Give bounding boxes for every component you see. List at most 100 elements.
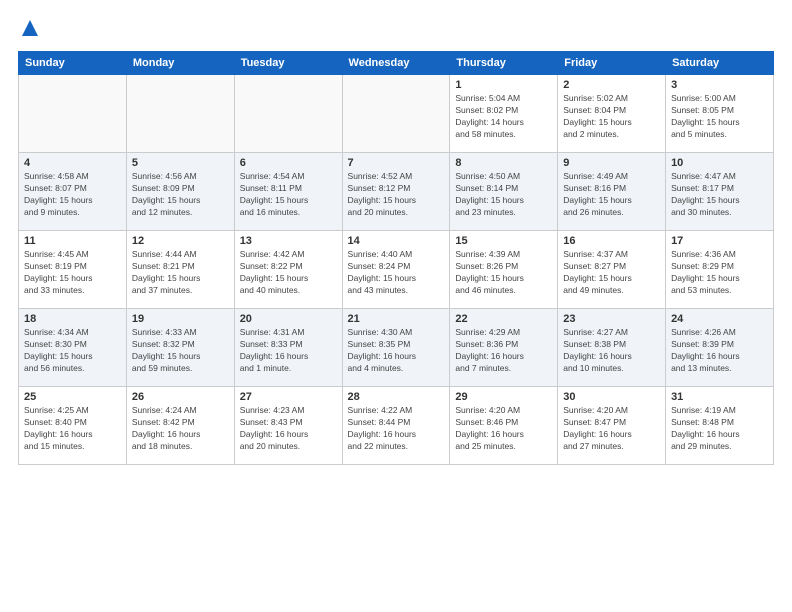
calendar-cell — [234, 75, 342, 153]
day-number: 20 — [240, 313, 337, 325]
calendar-cell: 20 Sunrise: 4:31 AM Sunset: 8:33 PM Dayli… — [234, 309, 342, 387]
day-number: 16 — [563, 235, 660, 247]
calendar-cell: 9Sunrise: 4:49 AM Sunset: 8:16 PM Daylig… — [558, 153, 666, 231]
day-info: Sunrise: 4:33 AM Sunset: 8:32 PM Dayligh… — [132, 327, 229, 375]
day-number: 14 — [348, 235, 445, 247]
day-number: 3 — [671, 79, 768, 91]
calendar-cell: 19 Sunrise: 4:33 AM Sunset: 8:32 PM Dayli… — [126, 309, 234, 387]
day-number: 31 — [671, 391, 768, 403]
calendar-cell: 17 Sunrise: 4:36 AM Sunset: 8:29 PM Dayli… — [666, 231, 774, 309]
day-info: Sunrise: 4:30 AM Sunset: 8:35 PM Dayligh… — [348, 327, 445, 375]
day-of-week-friday: Friday — [558, 52, 666, 75]
calendar-cell: 22 Sunrise: 4:29 AM Sunset: 8:36 PM Dayli… — [450, 309, 558, 387]
day-info: Sunrise: 4:42 AM Sunset: 8:22 PM Dayligh… — [240, 249, 337, 297]
calendar-cell: 6 Sunrise: 4:54 AM Sunset: 8:11 PM Daylig… — [234, 153, 342, 231]
day-of-week-tuesday: Tuesday — [234, 52, 342, 75]
logo — [18, 18, 40, 43]
day-of-week-sunday: Sunday — [19, 52, 127, 75]
day-number: 8 — [455, 157, 552, 169]
day-info: Sunrise: 4:40 AM Sunset: 8:24 PM Dayligh… — [348, 249, 445, 297]
day-info: Sunrise: 4:23 AM Sunset: 8:43 PM Dayligh… — [240, 405, 337, 453]
calendar-cell: 18 Sunrise: 4:34 AM Sunset: 8:30 PM Dayli… — [19, 309, 127, 387]
calendar-week-row: 11 Sunrise: 4:45 AM Sunset: 8:19 PM Dayli… — [19, 231, 774, 309]
day-number: 5 — [132, 157, 229, 169]
day-info: Sunrise: 5:02 AM Sunset: 8:04 PM Dayligh… — [563, 93, 660, 141]
calendar-cell: 21Sunrise: 4:30 AM Sunset: 8:35 PM Dayli… — [342, 309, 450, 387]
day-info: Sunrise: 4:27 AM Sunset: 8:38 PM Dayligh… — [563, 327, 660, 375]
calendar-week-row: 25Sunrise: 4:25 AM Sunset: 8:40 PM Dayli… — [19, 387, 774, 465]
calendar-week-row: 18 Sunrise: 4:34 AM Sunset: 8:30 PM Dayli… — [19, 309, 774, 387]
day-number: 1 — [455, 79, 552, 91]
day-info: Sunrise: 5:04 AM Sunset: 8:02 PM Dayligh… — [455, 93, 552, 141]
day-info: Sunrise: 4:44 AM Sunset: 8:21 PM Dayligh… — [132, 249, 229, 297]
day-info: Sunrise: 4:26 AM Sunset: 8:39 PM Dayligh… — [671, 327, 768, 375]
day-info: Sunrise: 4:29 AM Sunset: 8:36 PM Dayligh… — [455, 327, 552, 375]
day-number: 29 — [455, 391, 552, 403]
calendar-cell: 14 Sunrise: 4:40 AM Sunset: 8:24 PM Dayli… — [342, 231, 450, 309]
day-info: Sunrise: 4:56 AM Sunset: 8:09 PM Dayligh… — [132, 171, 229, 219]
calendar-cell: 7 Sunrise: 4:52 AM Sunset: 8:12 PM Daylig… — [342, 153, 450, 231]
day-info: Sunrise: 4:22 AM Sunset: 8:44 PM Dayligh… — [348, 405, 445, 453]
day-number: 6 — [240, 157, 337, 169]
day-of-week-monday: Monday — [126, 52, 234, 75]
day-number: 18 — [24, 313, 121, 325]
calendar-cell: 3 Sunrise: 5:00 AM Sunset: 8:05 PM Daylig… — [666, 75, 774, 153]
calendar-cell — [126, 75, 234, 153]
calendar-week-row: 4Sunrise: 4:58 AM Sunset: 8:07 PM Daylig… — [19, 153, 774, 231]
day-number: 23 — [563, 313, 660, 325]
calendar-cell: 24Sunrise: 4:26 AM Sunset: 8:39 PM Dayli… — [666, 309, 774, 387]
calendar-cell: 2 Sunrise: 5:02 AM Sunset: 8:04 PM Daylig… — [558, 75, 666, 153]
day-number: 10 — [671, 157, 768, 169]
day-info: Sunrise: 4:20 AM Sunset: 8:47 PM Dayligh… — [563, 405, 660, 453]
day-number: 13 — [240, 235, 337, 247]
calendar-cell: 16 Sunrise: 4:37 AM Sunset: 8:27 PM Dayli… — [558, 231, 666, 309]
calendar-cell: 1 Sunrise: 5:04 AM Sunset: 8:02 PM Daylig… — [450, 75, 558, 153]
day-info: Sunrise: 5:00 AM Sunset: 8:05 PM Dayligh… — [671, 93, 768, 141]
day-info: Sunrise: 4:45 AM Sunset: 8:19 PM Dayligh… — [24, 249, 121, 297]
calendar-header-row: SundayMondayTuesdayWednesdayThursdayFrid… — [19, 52, 774, 75]
logo-icon — [20, 18, 40, 38]
day-number: 22 — [455, 313, 552, 325]
calendar-cell: 26Sunrise: 4:24 AM Sunset: 8:42 PM Dayli… — [126, 387, 234, 465]
page: SundayMondayTuesdayWednesdayThursdayFrid… — [0, 0, 792, 612]
calendar-cell: 4Sunrise: 4:58 AM Sunset: 8:07 PM Daylig… — [19, 153, 127, 231]
day-number: 19 — [132, 313, 229, 325]
day-info: Sunrise: 4:36 AM Sunset: 8:29 PM Dayligh… — [671, 249, 768, 297]
day-of-week-saturday: Saturday — [666, 52, 774, 75]
calendar-cell: 11 Sunrise: 4:45 AM Sunset: 8:19 PM Dayli… — [19, 231, 127, 309]
day-number: 2 — [563, 79, 660, 91]
day-number: 12 — [132, 235, 229, 247]
day-number: 17 — [671, 235, 768, 247]
day-info: Sunrise: 4:50 AM Sunset: 8:14 PM Dayligh… — [455, 171, 552, 219]
calendar-cell: 10 Sunrise: 4:47 AM Sunset: 8:17 PM Dayli… — [666, 153, 774, 231]
day-info: Sunrise: 4:20 AM Sunset: 8:46 PM Dayligh… — [455, 405, 552, 453]
day-info: Sunrise: 4:39 AM Sunset: 8:26 PM Dayligh… — [455, 249, 552, 297]
day-number: 27 — [240, 391, 337, 403]
calendar-cell: 27 Sunrise: 4:23 AM Sunset: 8:43 PM Dayli… — [234, 387, 342, 465]
day-of-week-wednesday: Wednesday — [342, 52, 450, 75]
day-info: Sunrise: 4:47 AM Sunset: 8:17 PM Dayligh… — [671, 171, 768, 219]
calendar-cell: 28Sunrise: 4:22 AM Sunset: 8:44 PM Dayli… — [342, 387, 450, 465]
day-info: Sunrise: 4:19 AM Sunset: 8:48 PM Dayligh… — [671, 405, 768, 453]
calendar-cell: 15 Sunrise: 4:39 AM Sunset: 8:26 PM Dayli… — [450, 231, 558, 309]
day-number: 7 — [348, 157, 445, 169]
day-info: Sunrise: 4:49 AM Sunset: 8:16 PM Dayligh… — [563, 171, 660, 219]
day-info: Sunrise: 4:31 AM Sunset: 8:33 PM Dayligh… — [240, 327, 337, 375]
day-info: Sunrise: 4:34 AM Sunset: 8:30 PM Dayligh… — [24, 327, 121, 375]
day-number: 15 — [455, 235, 552, 247]
calendar-cell: 25Sunrise: 4:25 AM Sunset: 8:40 PM Dayli… — [19, 387, 127, 465]
day-info: Sunrise: 4:54 AM Sunset: 8:11 PM Dayligh… — [240, 171, 337, 219]
calendar-cell: 23 Sunrise: 4:27 AM Sunset: 8:38 PM Dayli… — [558, 309, 666, 387]
day-info: Sunrise: 4:25 AM Sunset: 8:40 PM Dayligh… — [24, 405, 121, 453]
day-info: Sunrise: 4:24 AM Sunset: 8:42 PM Dayligh… — [132, 405, 229, 453]
day-number: 11 — [24, 235, 121, 247]
day-info: Sunrise: 4:58 AM Sunset: 8:07 PM Dayligh… — [24, 171, 121, 219]
calendar-cell — [19, 75, 127, 153]
calendar-cell: 31 Sunrise: 4:19 AM Sunset: 8:48 PM Dayli… — [666, 387, 774, 465]
day-number: 30 — [563, 391, 660, 403]
calendar-cell: 29 Sunrise: 4:20 AM Sunset: 8:46 PM Dayli… — [450, 387, 558, 465]
calendar-week-row: 1 Sunrise: 5:04 AM Sunset: 8:02 PM Daylig… — [19, 75, 774, 153]
day-info: Sunrise: 4:52 AM Sunset: 8:12 PM Dayligh… — [348, 171, 445, 219]
calendar-cell: 13 Sunrise: 4:42 AM Sunset: 8:22 PM Dayli… — [234, 231, 342, 309]
day-info: Sunrise: 4:37 AM Sunset: 8:27 PM Dayligh… — [563, 249, 660, 297]
